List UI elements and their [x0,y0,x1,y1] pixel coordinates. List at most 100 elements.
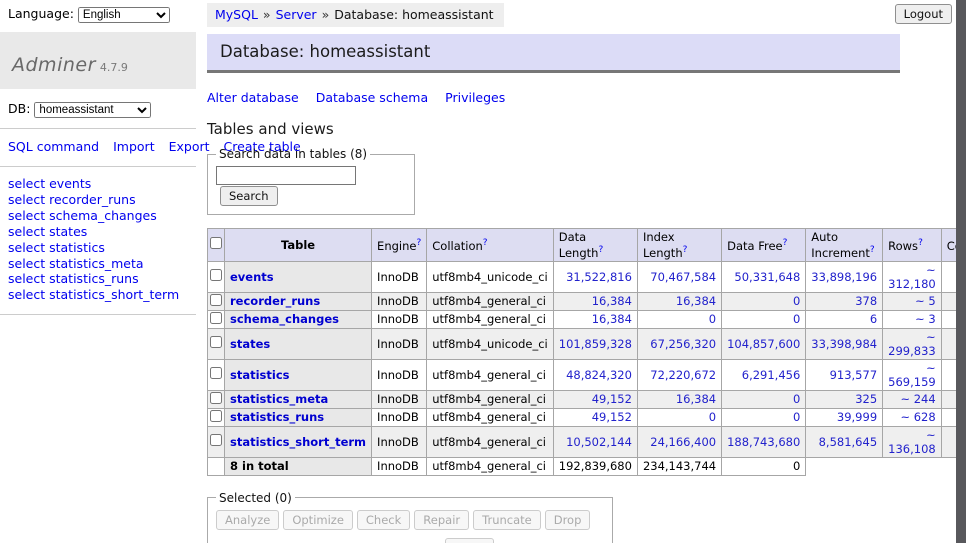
rows-value[interactable]: ~ 628 [900,410,935,424]
help-link[interactable]: ? [783,238,788,248]
data-free-value[interactable]: 50,331,648 [734,270,800,284]
selected-truncate-button[interactable]: Truncate [473,510,541,530]
rows-value[interactable]: ~ 569,159 [888,361,936,389]
data-free-value[interactable]: 104,857,600 [727,337,800,351]
data-length-value[interactable]: 10,502,144 [566,435,632,449]
language-select[interactable]: English [78,7,170,23]
vertical-scrollbar[interactable] [956,0,966,543]
nav-link-privileges[interactable]: Privileges [445,90,505,105]
table-name-link[interactable]: events [230,270,274,284]
auto-increment-value[interactable]: 33,898,196 [811,270,877,284]
help-link[interactable]: ? [918,238,923,248]
sidebar-action-import[interactable]: Import [113,139,155,154]
index-length-value[interactable]: 24,166,400 [650,435,716,449]
selected-analyze-button[interactable]: Analyze [216,510,279,530]
rows-value[interactable]: ~ 136,108 [888,428,936,456]
search-button[interactable]: Search [220,186,278,206]
data-length-value[interactable]: 101,859,328 [559,337,632,351]
index-length-value[interactable]: 0 [709,312,716,326]
row-checkbox[interactable] [210,367,222,379]
data-length-value[interactable]: 48,824,320 [566,368,632,382]
row-checkbox[interactable] [210,294,222,306]
nav-link-database-schema[interactable]: Database schema [316,90,428,105]
auto-increment-value[interactable]: 378 [855,294,877,308]
db-select[interactable]: homeassistant [34,102,151,118]
sidebar-action-sql-command[interactable]: SQL command [8,139,99,154]
auto-increment-value[interactable]: 33,398,984 [811,337,877,351]
data-free-value[interactable]: 0 [793,312,800,326]
index-length-value[interactable]: 70,467,584 [650,270,716,284]
sidebar-link-select-statistics-short-term[interactable]: select statistics_short_term [8,287,188,303]
data-length-value[interactable]: 16,384 [592,312,632,326]
sidebar-link-select-schema-changes[interactable]: select schema_changes [8,208,188,224]
table-name-link[interactable]: recorder_runs [230,294,320,308]
help-link[interactable]: ? [870,245,875,255]
table-name-link[interactable]: states [230,337,270,351]
data-free-cell: 188,743,680 [722,426,806,457]
rows-value[interactable]: ~ 3 [915,312,936,326]
sidebar-link-select-statistics-meta[interactable]: select statistics_meta [8,256,188,272]
table-name-link[interactable]: statistics [230,368,290,382]
data-free-value[interactable]: 188,743,680 [727,435,800,449]
sidebar-link-select-events[interactable]: select events [8,176,188,192]
auto-increment-value[interactable]: 39,999 [837,410,877,424]
search-input[interactable] [216,166,356,185]
sidebar-link-select-statistics-runs[interactable]: select statistics_runs [8,271,188,287]
table-name-link[interactable]: schema_changes [230,312,339,326]
sidebar-link-select-statistics[interactable]: select statistics [8,240,188,256]
index-length-value[interactable]: 0 [709,410,716,424]
index-length-value[interactable]: 16,384 [676,392,716,406]
data-free-cell: 0 [722,390,806,408]
data-length-value[interactable]: 49,152 [592,410,632,424]
selected-drop-button[interactable]: Drop [545,510,591,530]
index-length-value[interactable]: 67,256,320 [650,337,716,351]
row-checkbox[interactable] [210,312,222,324]
table-name-link[interactable]: statistics_short_term [230,435,366,449]
rows-value[interactable]: ~ 244 [900,392,935,406]
nav-link-alter-database[interactable]: Alter database [207,90,299,105]
logout-button[interactable]: Logout [895,4,952,24]
data-length-value[interactable]: 16,384 [592,294,632,308]
data-free-value[interactable]: 0 [793,294,800,308]
rows-value[interactable]: ~ 5 [915,294,936,308]
data-length-value[interactable]: 49,152 [592,392,632,406]
data-free-value[interactable]: 0 [793,392,800,406]
row-checkbox-cell [208,390,225,408]
auto-increment-value[interactable]: 913,577 [830,368,878,382]
table-row: statisticsInnoDButf8mb4_general_ci48,824… [208,359,966,390]
selected-repair-button[interactable]: Repair [414,510,469,530]
data-free-value[interactable]: 0 [793,410,800,424]
breadcrumb-item[interactable]: MySQL [215,7,258,22]
data-length-value[interactable]: 31,522,816 [566,270,632,284]
sidebar-link-select-recorder-runs[interactable]: select recorder_runs [8,192,188,208]
breadcrumb-item[interactable]: Server [276,7,317,22]
index-length-value[interactable]: 16,384 [676,294,716,308]
index-length-value[interactable]: 72,220,672 [650,368,716,382]
row-checkbox[interactable] [210,410,222,422]
table-name-link[interactable]: statistics_runs [230,410,324,424]
page-title: Database: homeassistant [207,34,900,73]
auto-increment-value[interactable]: 6 [870,312,877,326]
help-link[interactable]: ? [683,245,688,255]
select-all-checkbox[interactable] [210,237,222,249]
table-header-row: TableEngine?Collation?Data Length?Index … [208,229,966,262]
selected-check-button[interactable]: Check [357,510,410,530]
row-checkbox[interactable] [210,392,222,404]
row-checkbox[interactable] [210,434,222,446]
move-move-button[interactable]: Move [445,538,494,543]
sidebar-link-select-states[interactable]: select states [8,224,188,240]
table-name-link[interactable]: statistics_meta [230,392,328,406]
data-free-value[interactable]: 6,291,456 [742,368,801,382]
help-link[interactable]: ? [416,238,421,248]
index-length-cell: 0 [637,408,721,426]
help-link[interactable]: ? [598,245,603,255]
auto-increment-value[interactable]: 8,581,645 [819,435,878,449]
sidebar-action-export[interactable]: Export [169,139,210,154]
rows-value[interactable]: ~ 312,180 [888,263,936,291]
rows-value[interactable]: ~ 299,833 [888,330,936,358]
help-link[interactable]: ? [483,238,488,248]
selected-optimize-button[interactable]: Optimize [283,510,353,530]
row-checkbox[interactable] [210,336,222,348]
row-checkbox[interactable] [210,269,222,281]
auto-increment-value[interactable]: 325 [855,392,877,406]
